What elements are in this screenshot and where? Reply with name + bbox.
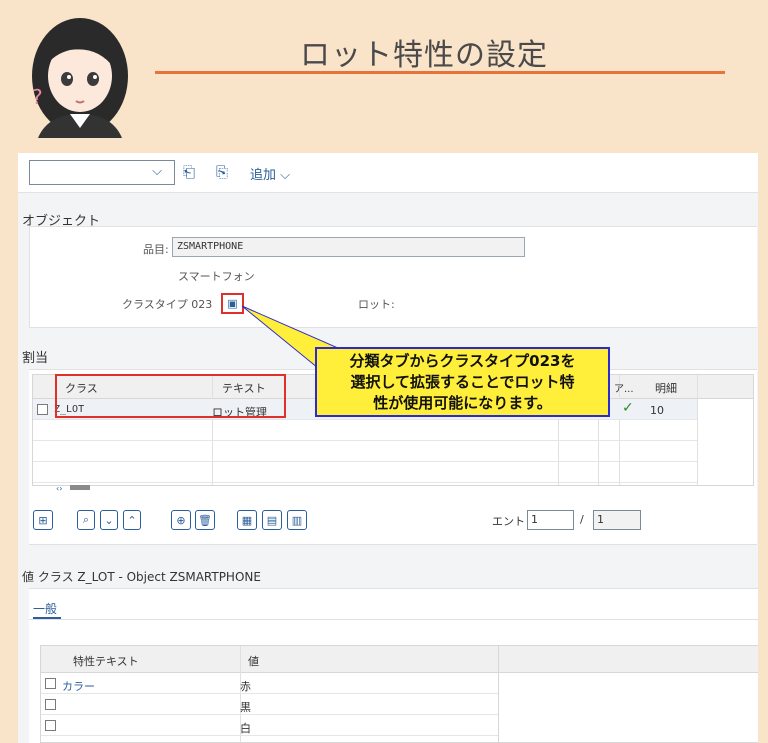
table-row[interactable] bbox=[33, 441, 697, 462]
value-cell: 白 bbox=[240, 722, 251, 735]
row-checkbox[interactable] bbox=[45, 699, 56, 710]
horizontal-scrollbar[interactable]: ‹› bbox=[56, 484, 92, 491]
insert-row-icon: ⊞ bbox=[38, 513, 48, 527]
table-row[interactable] bbox=[41, 673, 498, 694]
scroll-up-button[interactable]: ⌃ bbox=[123, 510, 141, 530]
title-underline-decoration bbox=[155, 71, 725, 74]
row-checkbox[interactable] bbox=[45, 678, 56, 689]
search-icon: ⌕ bbox=[82, 513, 90, 526]
highlight-frame bbox=[55, 374, 286, 418]
add-label: 追加 bbox=[250, 168, 277, 183]
callout-line: 分類タブからクラスタイプ023を bbox=[349, 352, 576, 370]
chevron-down-icon: ⌵ bbox=[280, 168, 291, 183]
table-row[interactable] bbox=[33, 420, 697, 441]
material-description: スマートフォン bbox=[178, 270, 255, 283]
search-button[interactable]: ⌕ bbox=[77, 510, 95, 530]
export-icon[interactable]: ⎘ bbox=[216, 163, 228, 181]
table-row[interactable] bbox=[33, 462, 697, 483]
entries-current-input[interactable]: 1 bbox=[527, 510, 574, 530]
column-header-value[interactable]: 値 bbox=[248, 653, 259, 669]
insert-row-button[interactable]: ⊞ bbox=[33, 510, 53, 530]
tab-divider bbox=[29, 619, 758, 620]
column-divider bbox=[697, 375, 698, 485]
paste-icon[interactable]: ⎗ bbox=[183, 163, 195, 181]
characteristic-link[interactable]: カラー bbox=[62, 678, 95, 694]
plus-circle-icon: ⊕ bbox=[176, 513, 186, 527]
details-icon: ▥ bbox=[291, 513, 303, 527]
add-menu-button[interactable]: 追加 ⌵ bbox=[250, 164, 290, 183]
character-illustration: ? bbox=[32, 18, 128, 138]
values-table-header bbox=[41, 646, 758, 673]
item-cell: 10 bbox=[650, 404, 664, 417]
select-all-button[interactable]: ▦ bbox=[237, 510, 257, 530]
values-section-label: 値 クラス Z_LOT - Object ZSMARTPHONE bbox=[22, 570, 261, 584]
scroll-down-button[interactable]: ⌄ bbox=[100, 510, 118, 530]
variant-select[interactable]: ⌵ bbox=[29, 160, 175, 185]
value-cell: 黒 bbox=[240, 701, 251, 714]
class-type-icon: ▣ bbox=[227, 297, 238, 310]
lot-label: ロット: bbox=[358, 298, 395, 311]
add-row-button[interactable]: ⊕ bbox=[171, 510, 191, 530]
deselect-all-button[interactable]: ▤ bbox=[262, 510, 282, 530]
assignment-section-label: 割当 bbox=[22, 351, 49, 366]
trash-icon: 🗑 bbox=[198, 513, 212, 527]
svg-text:‹›: ‹› bbox=[56, 484, 62, 491]
class-type-label: クラスタイプ 023 bbox=[122, 298, 213, 311]
row-checkbox[interactable] bbox=[37, 404, 48, 415]
tab-general[interactable]: 一般 bbox=[33, 600, 57, 617]
material-input[interactable]: ZSMARTPHONE bbox=[172, 237, 525, 257]
chevron-down-icon: ⌵ bbox=[152, 164, 162, 179]
delete-button[interactable]: 🗑 bbox=[195, 510, 215, 530]
value-cell: 赤 bbox=[240, 680, 251, 693]
table-row[interactable] bbox=[41, 694, 498, 715]
callout-line: 選択して拡張することでロット特 bbox=[350, 373, 575, 391]
column-header-characteristic[interactable]: 特性テキスト bbox=[73, 653, 139, 669]
svg-text:?: ? bbox=[32, 85, 43, 109]
details-button[interactable]: ▥ bbox=[287, 510, 307, 530]
checkmark-icon: ✓ bbox=[622, 400, 634, 416]
chevron-down-icon: ⌄ bbox=[104, 513, 114, 527]
row-checkbox[interactable] bbox=[45, 720, 56, 731]
grid-outline-icon: ▤ bbox=[266, 513, 278, 527]
material-label: 品目: bbox=[143, 243, 169, 256]
column-header-item[interactable]: 明細 bbox=[655, 380, 677, 396]
column-header-status[interactable]: ア... bbox=[614, 380, 634, 395]
column-divider bbox=[498, 646, 499, 743]
entries-separator: / bbox=[580, 513, 584, 526]
table-row[interactable] bbox=[41, 715, 498, 736]
callout-note: 分類タブからクラスタイプ023を 選択して拡張することでロット特 性が使用可能に… bbox=[315, 347, 610, 417]
grid-icon: ▦ bbox=[241, 513, 253, 527]
page-title: ロット特性の設定 bbox=[300, 38, 548, 73]
chevron-up-icon: ⌃ bbox=[127, 513, 137, 527]
callout-line: 性が使用可能になります。 bbox=[373, 394, 552, 412]
entries-total-field: 1 bbox=[593, 510, 641, 530]
